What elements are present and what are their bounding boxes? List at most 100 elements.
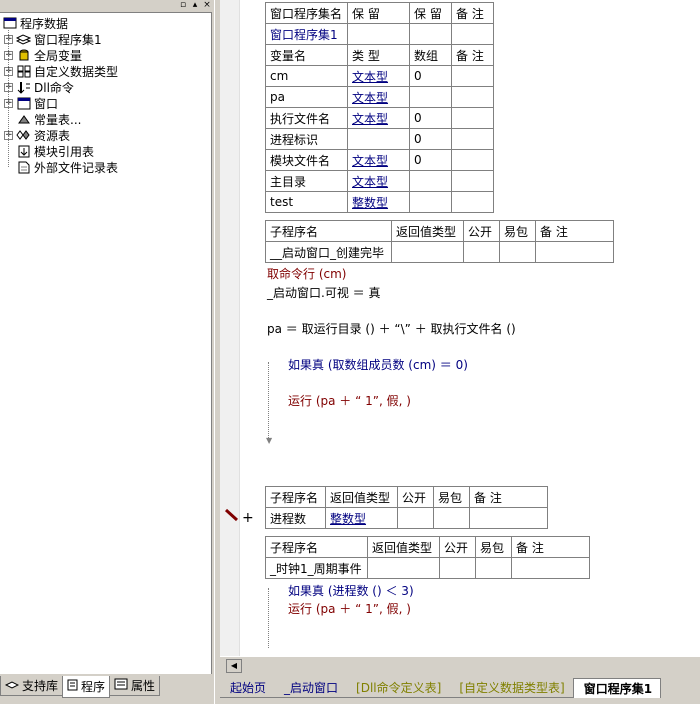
var-name[interactable]: pa [265, 86, 348, 108]
table-header-row: 子程序名 返回值类型 公开 易包 备 注 [265, 220, 614, 242]
code-line[interactable]: 取命令行 (cm) [267, 265, 346, 282]
code-editor[interactable]: 窗口程序集名 保 留 保 留 备 注 窗口程序集1 变量名 类 型 数组 备 注… [220, 0, 700, 656]
var-array[interactable]: 0 [409, 128, 452, 150]
var-name[interactable]: 执行文件名 [265, 107, 348, 129]
var-type[interactable] [347, 128, 410, 150]
var-type[interactable]: 文本型 [347, 86, 410, 108]
tree-item-assembly[interactable]: + 窗口程序集1 [4, 31, 102, 47]
tab-window-assembly[interactable]: 窗口程序集1 [572, 678, 662, 698]
var-type[interactable]: 整数型 [347, 191, 410, 213]
code-line[interactable]: 如果真 (取数组成员数 (cm) ＝ 0) [288, 356, 468, 373]
var-type[interactable]: 文本型 [347, 170, 410, 192]
table-row[interactable]: _时钟1_周期事件 [265, 557, 590, 579]
tab-startup-window[interactable]: _启动窗口 [274, 678, 347, 698]
library-icon [4, 679, 20, 693]
tree-item-modules[interactable]: 模块引用表 [16, 143, 94, 159]
breakpoint-icon[interactable] [224, 508, 240, 525]
header-cell: 保 留 [409, 2, 452, 24]
tree-item-window[interactable]: + 窗口 [4, 95, 58, 111]
code-line[interactable]: _启动窗口.可视 ＝ 真 [267, 284, 380, 301]
table-row[interactable]: 模块文件名 文本型 0 [265, 149, 494, 171]
tab-label: 窗口程序集1 [583, 682, 653, 696]
tab-label: [Dll命令定义表] [356, 681, 442, 695]
tree-item-datatype[interactable]: + 自定义数据类型 [4, 63, 118, 79]
tab-start-page[interactable]: 起始页 [220, 678, 275, 698]
return-type[interactable]: 整数型 [325, 507, 398, 529]
table-row[interactable]: 执行文件名 文本型 0 [265, 107, 494, 129]
table-header-row: 窗口程序集名 保 留 保 留 备 注 [265, 2, 494, 24]
tab-label: 属性 [131, 679, 156, 693]
subroutine-name[interactable]: 进程数 [265, 507, 326, 529]
code-line[interactable]: 运行 (pa ＋ “ 1”, 假, ) [288, 600, 411, 617]
var-array[interactable] [409, 86, 452, 108]
tree-item-resources[interactable]: + 资源表 [4, 127, 70, 143]
code-line[interactable]: 如果真 (进程数 () ＜ 3) [288, 582, 414, 599]
header-cell: 公开 [439, 536, 476, 558]
var-name[interactable]: 主目录 [265, 170, 348, 192]
var-array[interactable]: 0 [409, 65, 452, 87]
close-pane-icon[interactable]: × [202, 0, 212, 11]
var-type[interactable]: 文本型 [347, 107, 410, 129]
window-icon [16, 96, 31, 110]
table-row[interactable]: cm 文本型 0 [265, 65, 494, 87]
var-array[interactable]: 0 [409, 107, 452, 129]
subroutine-name[interactable]: __启动窗口_创建完毕 [265, 241, 392, 263]
horizontal-scrollbar[interactable]: ◀ [220, 656, 700, 674]
code-line[interactable]: pa ＝ 取运行目录 () ＋ “\” ＋ 取执行文件名 () [267, 320, 516, 337]
editor-gutter [220, 0, 240, 656]
table-row[interactable]: 进程标识 0 [265, 128, 494, 150]
scroll-left-icon[interactable]: ◀ [226, 659, 242, 673]
tree-item-label: 资源表 [34, 128, 71, 143]
tab-label: 程序 [81, 680, 106, 694]
header-cell: 易包 [499, 220, 536, 242]
properties-icon [114, 678, 128, 693]
datatype-icon [16, 64, 31, 78]
expand-plus-icon[interactable]: + [242, 510, 254, 526]
var-name[interactable]: cm [265, 65, 348, 87]
table-row[interactable]: pa 文本型 [265, 86, 494, 108]
resource-icon [16, 128, 31, 142]
program-icon [67, 679, 78, 694]
global-var-icon [16, 48, 31, 62]
var-type[interactable]: 文本型 [347, 149, 410, 171]
flow-arrow-icon: ▼ [266, 436, 273, 445]
header-cell: 备 注 [451, 44, 494, 66]
restore-pane-icon[interactable]: ▫ [178, 0, 188, 11]
tab-custom-types[interactable]: [自定义数据类型表] [449, 678, 573, 698]
tree-item-label: 常量表... [34, 112, 82, 127]
header-cell: 变量名 [265, 44, 348, 66]
pin-pane-icon[interactable]: ▴ [190, 0, 200, 11]
tab-program[interactable]: 程序 [62, 676, 111, 698]
table-row[interactable]: test 整数型 [265, 191, 494, 213]
subroutine-table-process-count: 子程序名 返回值类型 公开 易包 备 注 进程数 整数型 [265, 486, 548, 529]
table-row[interactable]: 进程数 整数型 [265, 507, 548, 529]
var-array[interactable] [409, 170, 452, 192]
table-row[interactable]: __启动窗口_创建完毕 [265, 241, 614, 263]
assembly-icon [16, 32, 31, 46]
var-name[interactable]: test [265, 191, 348, 213]
table-row[interactable]: 主目录 文本型 [265, 170, 494, 192]
header-cell: 数组 [409, 44, 452, 66]
tab-label: [自定义数据类型表] [459, 681, 565, 695]
program-tree: 程序数据 + 窗口程序集1 + 全局变量 + 自定义数据类型 + Dll命令 +… [0, 12, 212, 674]
tree-item-constants[interactable]: 常量表... [16, 111, 81, 127]
var-name[interactable]: 模块文件名 [265, 149, 348, 171]
var-array[interactable] [409, 191, 452, 213]
table-row[interactable]: 窗口程序集1 [265, 23, 494, 45]
tree-item-globals[interactable]: + 全局变量 [4, 47, 82, 63]
tab-properties[interactable]: 属性 [109, 676, 161, 696]
tree-item-dll[interactable]: + Dll命令 [4, 79, 74, 95]
tab-dll-commands[interactable]: [Dll命令定义表] [346, 678, 450, 698]
header-cell: 保 留 [347, 2, 410, 24]
tree-root[interactable]: 程序数据 [2, 15, 68, 31]
var-array[interactable]: 0 [409, 149, 452, 171]
tree-item-external[interactable]: 外部文件记录表 [16, 159, 118, 175]
var-type[interactable]: 文本型 [347, 65, 410, 87]
code-line[interactable]: 运行 (pa ＋ “ 1”, 假, ) [288, 392, 411, 409]
tree-item-label: 窗口程序集1 [34, 32, 102, 47]
header-cell: 返回值类型 [367, 536, 440, 558]
var-name[interactable]: 进程标识 [265, 128, 348, 150]
assembly-name[interactable]: 窗口程序集1 [265, 23, 348, 45]
tab-support-lib[interactable]: 支持库 [0, 676, 64, 696]
subroutine-name[interactable]: _时钟1_周期事件 [265, 557, 368, 579]
